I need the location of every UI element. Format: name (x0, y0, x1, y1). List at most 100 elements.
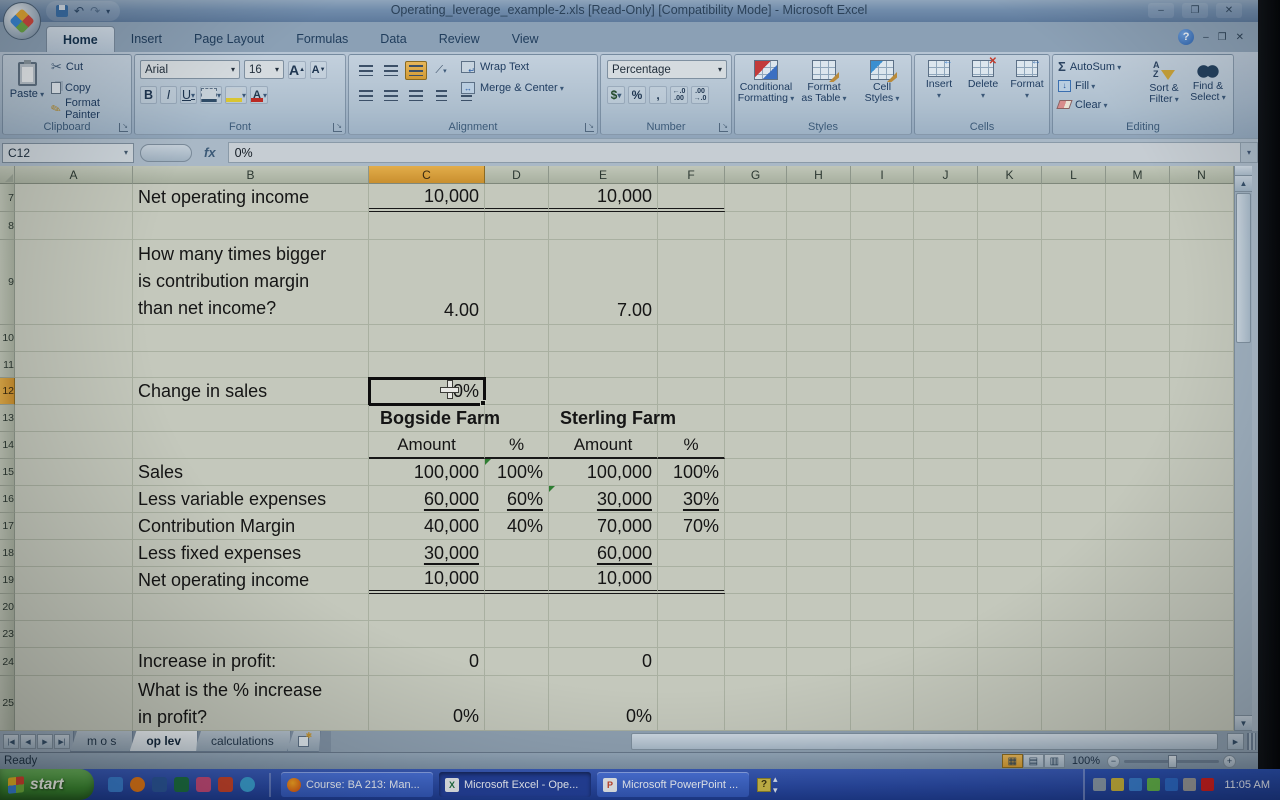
wrap-text-button[interactable]: Wrap Text (461, 61, 564, 73)
cell-M24[interactable] (1106, 648, 1170, 676)
cell-C23[interactable] (369, 621, 485, 648)
cell-B12[interactable]: Change in sales (133, 378, 369, 405)
cell-E23[interactable] (549, 621, 658, 648)
cell-I14[interactable] (851, 432, 914, 459)
taskbar-help-icon[interactable]: ? (757, 778, 771, 792)
cell-L20[interactable] (1042, 594, 1106, 621)
tray-icon-4[interactable] (1147, 778, 1160, 791)
cell-K14[interactable] (978, 432, 1042, 459)
cell-E7[interactable]: 10,000 (549, 184, 658, 212)
cell-J11[interactable] (914, 352, 978, 378)
column-header-N[interactable]: N (1170, 166, 1234, 184)
name-box-dropdown-icon[interactable]: ▾ (124, 148, 128, 157)
cell-G25[interactable] (725, 676, 787, 731)
cell-F12[interactable] (658, 378, 725, 405)
cell-A14[interactable] (15, 432, 133, 459)
row-header-11[interactable]: 11 (0, 352, 15, 378)
cell-E14[interactable]: Amount (549, 432, 658, 459)
cell-G23[interactable] (725, 621, 787, 648)
sheet-tab-mos[interactable]: m o s (70, 731, 133, 752)
cell-J7[interactable] (914, 184, 978, 212)
cell-C7[interactable]: 10,000 (369, 184, 485, 212)
quick-launch-excel-icon[interactable] (174, 777, 189, 792)
tray-icon-2[interactable] (1111, 778, 1124, 791)
cell-B8[interactable] (133, 212, 369, 240)
cell-B24[interactable]: Increase in profit: (133, 648, 369, 676)
cell-D23[interactable] (485, 621, 549, 648)
cell-J8[interactable] (914, 212, 978, 240)
cell-C13[interactable]: Bogside Farm (369, 405, 485, 432)
cell-N14[interactable] (1170, 432, 1234, 459)
cell-M10[interactable] (1106, 325, 1170, 352)
horizontal-scrollbar[interactable]: ▶ (331, 731, 1258, 752)
tray-icon-7[interactable] (1201, 778, 1214, 791)
cell-F24[interactable] (658, 648, 725, 676)
cell-C24[interactable]: 0 (369, 648, 485, 676)
vertical-scroll-thumb[interactable] (1236, 193, 1251, 343)
cell-A7[interactable] (15, 184, 133, 212)
cell-I16[interactable] (851, 486, 914, 513)
row-header-14[interactable]: 14 (0, 432, 15, 459)
shrink-font-button[interactable]: A▼ (310, 61, 327, 79)
cell-D14[interactable]: % (485, 432, 549, 459)
cell-A20[interactable] (15, 594, 133, 621)
cell-G9[interactable] (725, 240, 787, 325)
cell-B14[interactable] (133, 432, 369, 459)
cell-B18[interactable]: Less fixed expenses (133, 540, 369, 567)
horizontal-scroll-thumb[interactable] (631, 733, 1218, 750)
row-header-7[interactable]: 7 (0, 184, 15, 212)
cell-B11[interactable] (133, 352, 369, 378)
cell-J17[interactable] (914, 513, 978, 540)
cell-A15[interactable] (15, 459, 133, 486)
cell-N17[interactable] (1170, 513, 1234, 540)
prev-sheet-icon[interactable]: ◀ (20, 734, 36, 749)
cell-I19[interactable] (851, 567, 914, 594)
cell-F16[interactable]: 30% (658, 486, 725, 513)
cell-C15[interactable]: 100,000 (369, 459, 485, 486)
cell-H8[interactable] (787, 212, 851, 240)
font-color-button[interactable]: A (250, 86, 268, 104)
quick-launch-word-icon[interactable] (152, 777, 167, 792)
cell-E8[interactable] (549, 212, 658, 240)
column-header-H[interactable]: H (787, 166, 851, 184)
cell-F8[interactable] (658, 212, 725, 240)
cell-L13[interactable] (1042, 405, 1106, 432)
cell-J20[interactable] (914, 594, 978, 621)
cell-C14[interactable]: Amount (369, 432, 485, 459)
column-header-G[interactable]: G (725, 166, 787, 184)
cell-B9[interactable]: How many times biggeris contribution mar… (133, 240, 369, 325)
cell-H23[interactable] (787, 621, 851, 648)
cell-G17[interactable] (725, 513, 787, 540)
cell-H10[interactable] (787, 325, 851, 352)
insert-function-icon[interactable]: fx (204, 145, 216, 160)
cell-H13[interactable] (787, 405, 851, 432)
page-break-view-button[interactable]: ▥ (1044, 754, 1065, 768)
cell-F10[interactable] (658, 325, 725, 352)
format-as-table-button[interactable]: Formatas Table (795, 55, 853, 120)
cell-F18[interactable] (658, 540, 725, 567)
cell-C20[interactable] (369, 594, 485, 621)
zoom-in-icon[interactable]: + (1223, 755, 1236, 768)
column-header-L[interactable]: L (1042, 166, 1106, 184)
cell-C11[interactable] (369, 352, 485, 378)
page-layout-view-button[interactable]: ▤ (1023, 754, 1044, 768)
cell-G15[interactable] (725, 459, 787, 486)
cell-K15[interactable] (978, 459, 1042, 486)
cell-I12[interactable] (851, 378, 914, 405)
cell-K23[interactable] (978, 621, 1042, 648)
restore-button[interactable]: ❐ (1182, 3, 1208, 18)
cell-M11[interactable] (1106, 352, 1170, 378)
cell-N23[interactable] (1170, 621, 1234, 648)
cell-A9[interactable] (15, 240, 133, 325)
cell-D7[interactable] (485, 184, 549, 212)
column-header-A[interactable]: A (15, 166, 133, 184)
column-header-D[interactable]: D (485, 166, 549, 184)
cell-G8[interactable] (725, 212, 787, 240)
cell-J23[interactable] (914, 621, 978, 648)
decrease-decimal-button[interactable]: .00→.0 (691, 86, 709, 104)
cell-M25[interactable] (1106, 676, 1170, 731)
cell-F7[interactable] (658, 184, 725, 212)
clear-button[interactable]: Clear (1058, 97, 1121, 112)
cell-E10[interactable] (549, 325, 658, 352)
italic-button[interactable]: I (160, 86, 177, 104)
